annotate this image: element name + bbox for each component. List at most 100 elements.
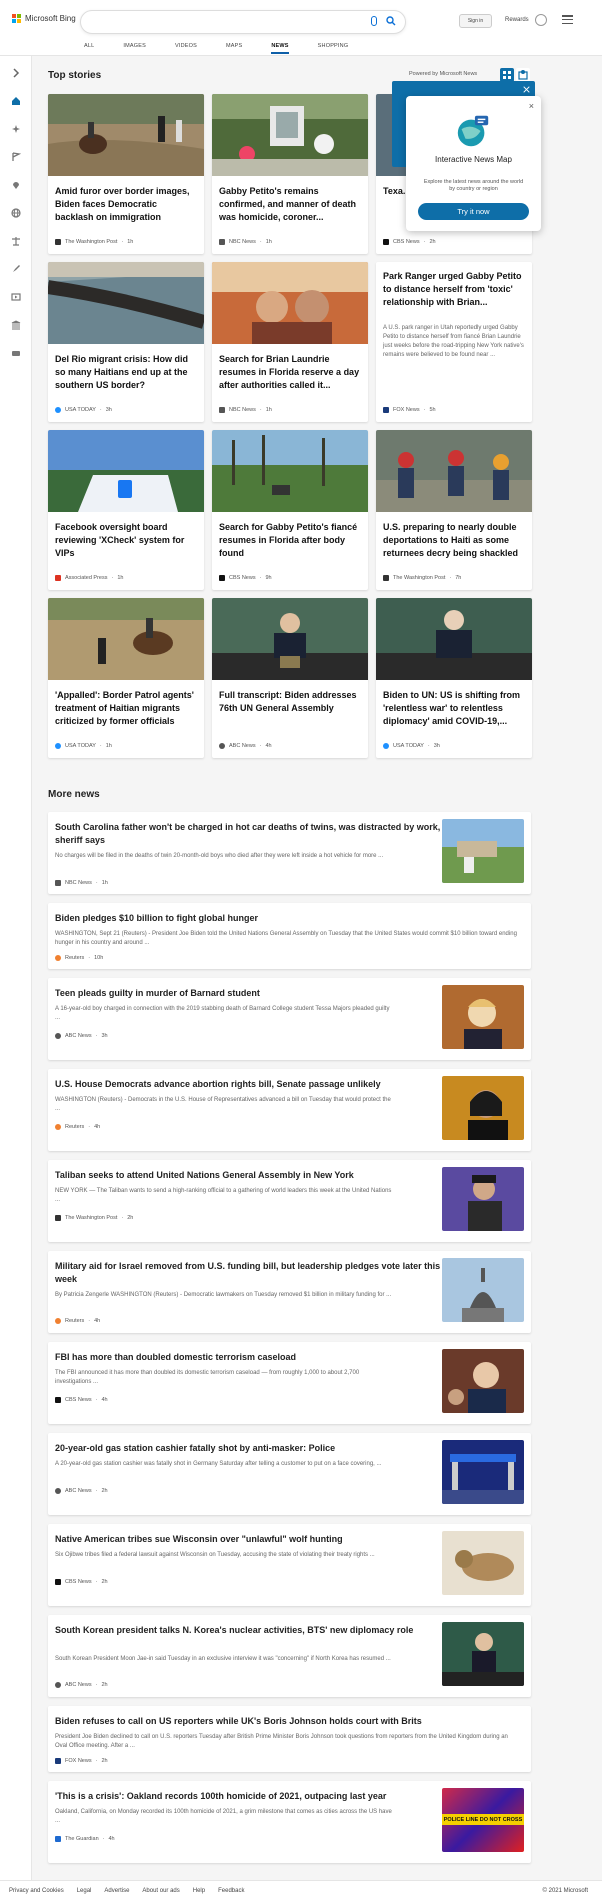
news-item[interactable]: 20-year-old gas station cashier fatally … xyxy=(48,1433,531,1515)
grid-layout-icon[interactable] xyxy=(500,68,514,82)
footer-link-feedback[interactable]: Feedback xyxy=(218,1888,244,1894)
news-title[interactable]: South Korean president talks N. Korea's … xyxy=(55,1624,445,1637)
news-title[interactable]: FBI has more than doubled domestic terro… xyxy=(55,1351,445,1364)
story-image xyxy=(212,262,368,344)
news-item[interactable]: South Carolina father won't be charged i… xyxy=(48,812,531,894)
news-map-globe-icon xyxy=(457,115,489,147)
tab-videos[interactable]: VIDEOS xyxy=(175,40,197,54)
globe-icon[interactable] xyxy=(11,208,21,218)
story-image xyxy=(48,262,204,344)
try-it-now-button[interactable]: Try it now xyxy=(418,203,529,220)
story-title[interactable]: Gabby Petito's remains confirmed, and ma… xyxy=(219,185,361,224)
footer-link-privacy[interactable]: Privacy and Cookies xyxy=(9,1888,64,1894)
rewards-link[interactable]: Rewards xyxy=(505,17,529,23)
bank-icon[interactable] xyxy=(11,320,21,330)
expand-chevron-icon[interactable] xyxy=(11,68,21,78)
story-card[interactable]: Park Ranger urged Gabby Petito to distan… xyxy=(376,262,532,422)
story-image xyxy=(212,94,368,176)
news-item[interactable]: FBI has more than doubled domestic terro… xyxy=(48,1342,531,1424)
story-card[interactable]: Amid furor over border images, Biden fac… xyxy=(48,94,204,254)
footer-link-about-ads[interactable]: About our ads xyxy=(142,1888,179,1894)
story-title[interactable]: Park Ranger urged Gabby Petito to distan… xyxy=(383,270,525,309)
story-card[interactable]: Biden to UN: US is shifting from 'relent… xyxy=(376,598,532,758)
tab-maps[interactable]: MAPS xyxy=(226,40,242,54)
search-input[interactable] xyxy=(91,11,371,33)
news-item[interactable]: 'This is a crisis': Oakland records 100t… xyxy=(48,1781,531,1863)
story-title[interactable]: Search for Gabby Petito's fiancé resumes… xyxy=(219,521,361,560)
story-snippet: A U.S. park ranger in Utah reportedly ur… xyxy=(383,325,524,358)
story-card[interactable]: Search for Brian Laundrie resumes in Flo… xyxy=(212,262,368,422)
news-thumbnail: POLICE LINE DO NOT CROSS xyxy=(442,1788,524,1852)
footer-link-advertise[interactable]: Advertise xyxy=(104,1888,129,1894)
tab-news[interactable]: NEWS xyxy=(271,40,289,54)
story-card[interactable]: Facebook oversight board reviewing 'XChe… xyxy=(48,430,204,590)
news-title[interactable]: Native American tribes sue Wisconsin ove… xyxy=(55,1533,445,1546)
story-image xyxy=(48,430,204,512)
story-source: The Washington Post · 1h xyxy=(55,239,133,245)
news-thumbnail xyxy=(442,1440,524,1504)
story-title[interactable]: Amid furor over border images, Biden fac… xyxy=(55,185,197,224)
news-title[interactable]: 20-year-old gas station cashier fatally … xyxy=(55,1442,445,1455)
news-title[interactable]: South Carolina father won't be charged i… xyxy=(55,821,445,847)
news-title[interactable]: U.S. House Democrats advance abortion ri… xyxy=(55,1078,445,1091)
police-tape-text: POLICE LINE DO NOT CROSS xyxy=(442,1814,524,1825)
publisher-logo-icon xyxy=(55,1488,61,1494)
story-card[interactable]: 'Appalled': Border Patrol agents' treatm… xyxy=(48,598,204,758)
flag-icon[interactable] xyxy=(11,152,21,162)
tab-all[interactable]: ALL xyxy=(84,40,94,54)
story-card[interactable]: U.S. preparing to nearly double deportat… xyxy=(376,430,532,590)
story-title[interactable]: Search for Brian Laundrie resumes in Flo… xyxy=(219,353,361,392)
rocket-icon[interactable] xyxy=(11,264,21,274)
search-box[interactable] xyxy=(80,10,406,34)
bing-logo[interactable]: Microsoft Bing xyxy=(12,14,76,23)
map-layout-icon[interactable] xyxy=(516,68,530,82)
news-title[interactable]: Teen pleads guilty in murder of Barnard … xyxy=(55,987,445,1000)
scales-icon[interactable] xyxy=(11,236,21,246)
microsoft-logo-icon xyxy=(12,14,21,23)
search-icon[interactable] xyxy=(386,16,396,26)
news-item[interactable]: Teen pleads guilty in murder of Barnard … xyxy=(48,978,531,1060)
footer-link-legal[interactable]: Legal xyxy=(77,1888,92,1894)
hamburger-menu-icon[interactable] xyxy=(562,15,573,24)
news-title[interactable]: 'This is a crisis': Oakland records 100t… xyxy=(55,1790,445,1803)
car-icon[interactable] xyxy=(11,348,21,358)
powered-by-label: Powered by Microsoft News xyxy=(409,71,478,77)
story-title[interactable]: Del Rio migrant crisis: How did so many … xyxy=(55,353,197,392)
microphone-icon[interactable] xyxy=(371,16,377,26)
story-card[interactable]: Full transcript: Biden addresses 76th UN… xyxy=(212,598,368,758)
top-stories-heading: Top stories xyxy=(48,70,102,81)
news-title[interactable]: Military aid for Israel removed from U.S… xyxy=(55,1260,445,1286)
footer-link-help[interactable]: Help xyxy=(193,1888,205,1894)
news-item[interactable]: Military aid for Israel removed from U.S… xyxy=(48,1251,531,1333)
news-title[interactable]: Biden refuses to call on US reporters wh… xyxy=(55,1715,520,1728)
story-card[interactable]: Del Rio migrant crisis: How did so many … xyxy=(48,262,204,422)
news-item[interactable]: South Korean president talks N. Korea's … xyxy=(48,1615,531,1697)
news-item[interactable]: Biden refuses to call on US reporters wh… xyxy=(48,1706,531,1772)
close-icon[interactable]: × xyxy=(529,101,534,111)
sign-in-button[interactable]: Sign in xyxy=(459,14,492,28)
story-card[interactable]: Gabby Petito's remains confirmed, and ma… xyxy=(212,94,368,254)
sparkle-icon[interactable] xyxy=(11,124,21,134)
news-item[interactable]: Native American tribes sue Wisconsin ove… xyxy=(48,1524,531,1606)
news-snippet: Oakland, California, on Monday recorded … xyxy=(55,1809,392,1824)
tab-images[interactable]: IMAGES xyxy=(123,40,146,54)
story-title[interactable]: 'Appalled': Border Patrol agents' treatm… xyxy=(55,689,197,728)
tab-shopping[interactable]: SHOPPING xyxy=(318,40,349,54)
news-title[interactable]: Biden pledges $10 billion to fight globa… xyxy=(55,912,520,925)
close-icon[interactable] xyxy=(523,86,530,93)
video-icon[interactable] xyxy=(11,292,21,302)
news-item[interactable]: U.S. House Democrats advance abortion ri… xyxy=(48,1069,531,1151)
more-news-heading: More news xyxy=(48,789,100,800)
story-title[interactable]: Facebook oversight board reviewing 'XChe… xyxy=(55,521,197,560)
location-pin-icon[interactable] xyxy=(11,180,21,190)
rewards-trophy-icon[interactable] xyxy=(535,14,547,26)
news-title[interactable]: Taliban seeks to attend United Nations G… xyxy=(55,1169,445,1182)
news-item[interactable]: Biden pledges $10 billion to fight globa… xyxy=(48,903,531,969)
story-card[interactable]: Search for Gabby Petito's fiancé resumes… xyxy=(212,430,368,590)
story-title[interactable]: Full transcript: Biden addresses 76th UN… xyxy=(219,689,361,715)
story-title[interactable]: Biden to UN: US is shifting from 'relent… xyxy=(383,689,525,728)
story-title[interactable]: U.S. preparing to nearly double deportat… xyxy=(383,521,525,560)
story-image xyxy=(212,430,368,512)
home-icon[interactable] xyxy=(11,96,21,106)
news-item[interactable]: Taliban seeks to attend United Nations G… xyxy=(48,1160,531,1242)
